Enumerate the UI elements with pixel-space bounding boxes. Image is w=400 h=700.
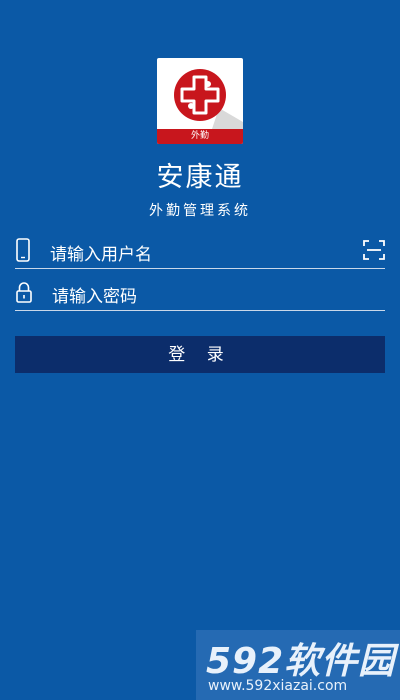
username-field[interactable]: 请输入用户名 [15, 234, 385, 269]
medical-cross-logo-icon [174, 69, 243, 129]
username-placeholder: 请输入用户名 [50, 245, 152, 265]
logo-label: 外勤 [157, 129, 243, 144]
login-button[interactable]: 登 录 [15, 336, 385, 373]
watermark: 592软件园 www.592xiazai.com [196, 630, 400, 700]
watermark-url: www.592xiazai.com [208, 678, 348, 694]
password-placeholder: 请输入密码 [52, 287, 137, 307]
password-field[interactable]: 请输入密码 [15, 276, 385, 311]
app-logo: 外勤 [157, 58, 243, 144]
lock-icon [15, 280, 33, 308]
app-subtitle: 外勤管理系统 [149, 203, 251, 219]
watermark-brand: 592软件园 [206, 641, 396, 682]
app-title: 安康通 [156, 162, 244, 193]
smartphone-icon [15, 238, 31, 266]
scan-icon[interactable] [363, 239, 385, 261]
